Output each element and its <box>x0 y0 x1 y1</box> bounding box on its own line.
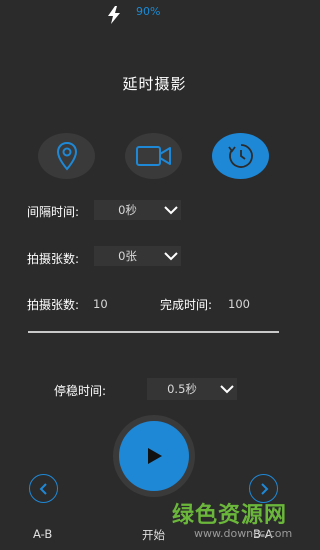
start-button[interactable] <box>113 415 195 497</box>
settle-select[interactable]: 0.5秒 <box>147 378 237 400</box>
chevron-down-icon <box>217 384 237 394</box>
interval-value: 0秒 <box>118 203 137 217</box>
play-icon <box>148 448 162 464</box>
timelapse-clock-icon <box>227 144 253 168</box>
summary-shots-label: 拍摄张数: <box>27 298 80 312</box>
shot-count-select[interactable]: 0张 <box>94 246 181 266</box>
location-mode-button[interactable] <box>38 133 95 179</box>
watermark-logo: 绿色资源网 <box>172 503 288 528</box>
start-label: 开始 <box>142 528 165 542</box>
chevron-down-icon <box>161 205 181 215</box>
video-camera-icon <box>135 146 171 166</box>
interval-select[interactable]: 0秒 <box>94 200 181 220</box>
prev-button[interactable] <box>29 474 58 503</box>
interval-label: 间隔时间: <box>27 205 80 219</box>
summary-shots-value: 10 <box>93 297 108 311</box>
settle-value: 0.5秒 <box>167 382 197 396</box>
summary-done-value: 100 <box>228 297 250 311</box>
location-pin-icon <box>56 141 77 171</box>
shot-count-value: 0张 <box>118 249 137 263</box>
lightning-bolt-icon <box>108 6 120 24</box>
chevron-left-icon <box>39 482 47 495</box>
progress-bar <box>28 331 279 333</box>
shot-count-label: 拍摄张数: <box>27 252 80 266</box>
timelapse-mode-button[interactable] <box>212 133 269 179</box>
watermark-url: www.downcc.com <box>194 527 293 540</box>
chevron-right-icon <box>260 482 268 495</box>
chevron-down-icon <box>161 251 181 261</box>
settle-label: 停稳时间: <box>54 384 107 398</box>
battery-percent: 90% <box>136 5 161 18</box>
video-mode-button[interactable] <box>125 133 182 179</box>
prev-label: A-B <box>33 527 53 541</box>
start-button-inner[interactable] <box>119 421 189 491</box>
summary-done-label: 完成时间: <box>160 298 213 312</box>
page-title: 延时摄影 <box>122 75 187 93</box>
